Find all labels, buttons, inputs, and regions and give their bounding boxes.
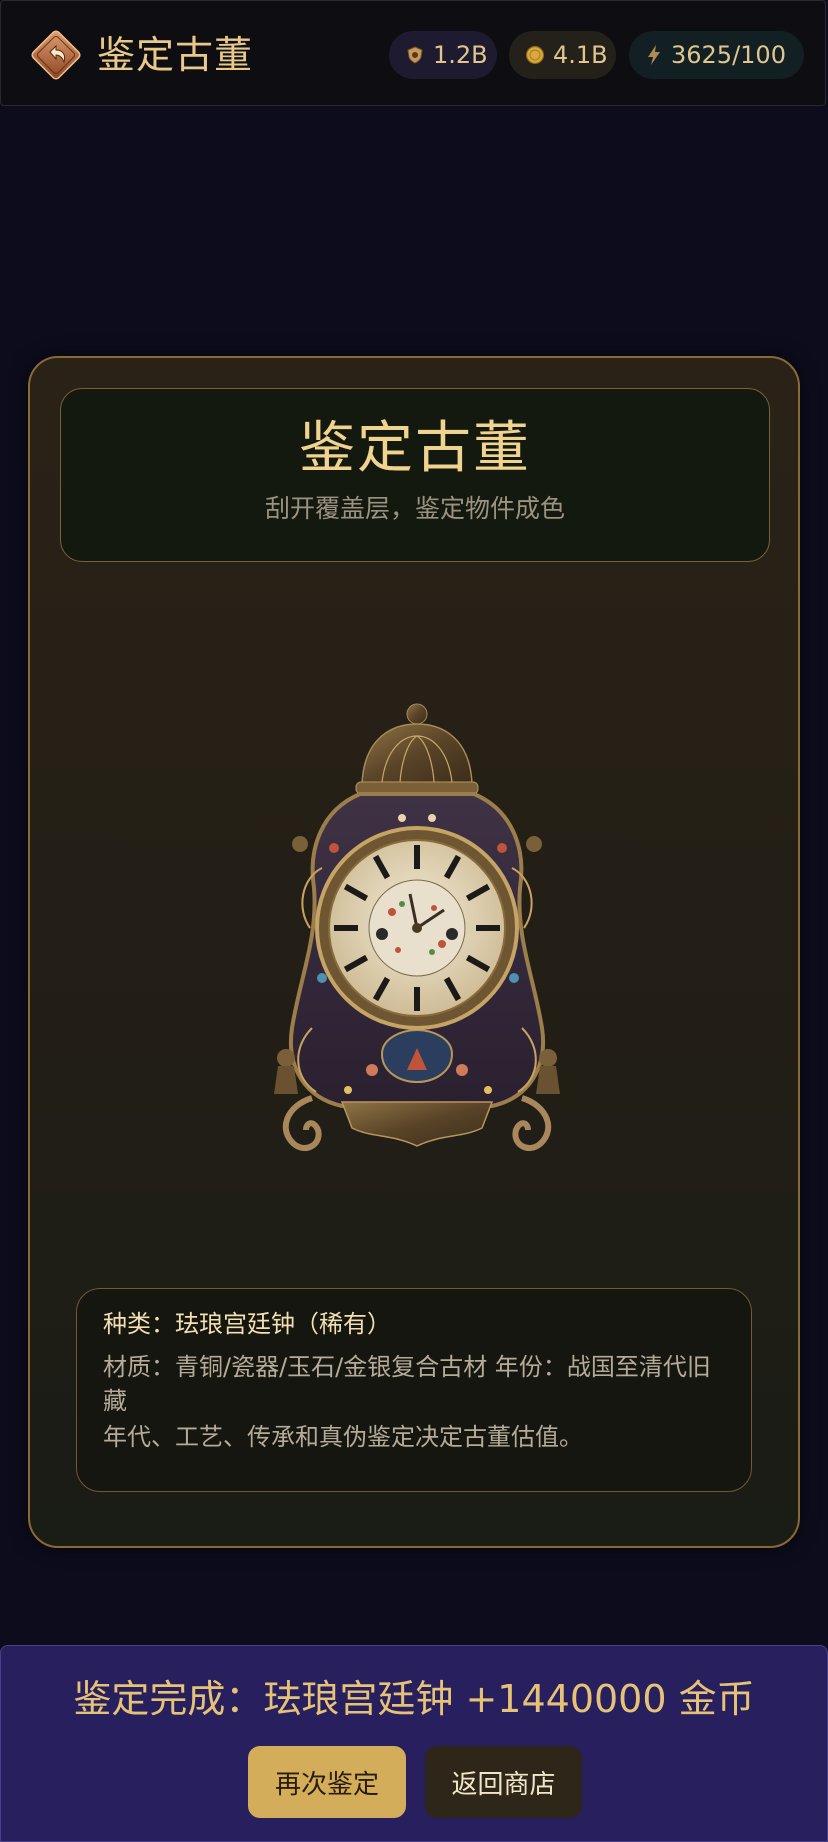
coin-icon: [525, 45, 545, 65]
antique-clock-icon: [274, 703, 560, 1151]
return-shop-button[interactable]: 返回商店: [425, 1746, 582, 1818]
energy-counter[interactable]: 3625/100: [629, 31, 804, 79]
item-info-panel: 种类：珐琅宫廷钟（稀有） 材质：青铜/瓷器/玉石/金银复合古材 年份：战国至清代…: [76, 1288, 752, 1492]
item-material-year: 材质：青铜/瓷器/玉石/金银复合古材 年份：战国至清代旧藏: [103, 1353, 711, 1415]
card-header-panel: 鉴定古董 刮开覆盖层，鉴定物件成色: [60, 388, 770, 562]
card-title: 鉴定古董: [299, 416, 531, 481]
appraisal-card: 鉴定古董 刮开覆盖层，鉴定物件成色 种类：珐琅宫廷钟（稀有） 材质：青铜/瓷器/…: [28, 356, 800, 1548]
lightning-icon: [645, 44, 663, 66]
item-description: 年代、工艺、传承和真伪鉴定决定古董估值。: [103, 1423, 583, 1451]
coins-counter[interactable]: 4.1B: [509, 31, 616, 79]
back-arrow-icon: [31, 30, 81, 80]
result-panel: 鉴定完成：珐琅宫廷钟 +1440000 金币 再次鉴定 返回商店: [0, 1645, 828, 1842]
back-button[interactable]: [29, 28, 83, 82]
coins-value: 4.1B: [553, 41, 608, 69]
gems-counter[interactable]: 1.2B: [389, 31, 497, 79]
item-category: 种类：珐琅宫廷钟（稀有）: [103, 1310, 391, 1338]
artifact-scratch-area[interactable]: [252, 698, 582, 1218]
page-title: 鉴定古董: [97, 33, 254, 77]
result-text: 鉴定完成：珐琅宫廷钟 +1440000 金币: [73, 1677, 755, 1721]
energy-value: 3625/100: [671, 41, 786, 69]
gems-value: 1.2B: [433, 41, 488, 69]
gem-shield-icon: [405, 45, 425, 65]
card-subtitle: 刮开覆盖层，鉴定物件成色: [264, 494, 565, 523]
top-bar: 鉴定古董 1.2B 4.1B 3625/100: [0, 0, 826, 106]
appraise-again-button[interactable]: 再次鉴定: [248, 1746, 406, 1818]
